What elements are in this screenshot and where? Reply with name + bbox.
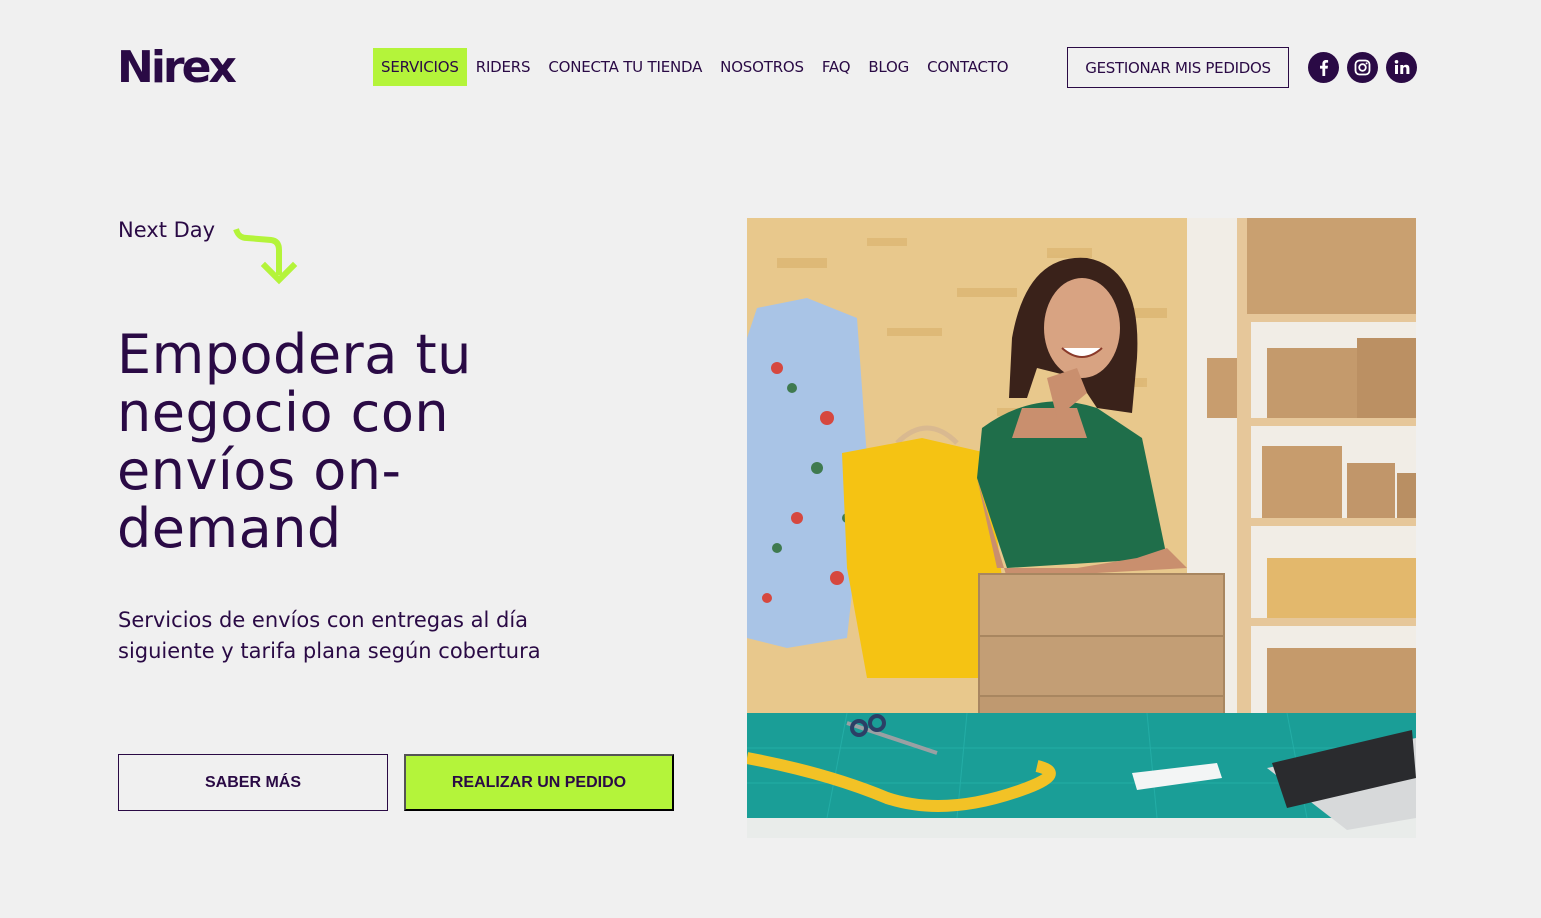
logo[interactable]: Nirex <box>117 46 237 90</box>
nav-item-riders[interactable]: RIDERS <box>467 48 540 86</box>
facebook-icon[interactable] <box>1308 52 1339 83</box>
learn-more-button[interactable]: SABER MÁS <box>118 754 388 811</box>
social-links <box>1308 52 1417 83</box>
nav-item-contacto[interactable]: CONTACTO <box>918 48 1017 86</box>
manage-orders-button[interactable]: GESTIONAR MIS PEDIDOS <box>1067 47 1289 88</box>
nav-item-faq[interactable]: FAQ <box>813 48 859 86</box>
nav-item-blog[interactable]: BLOG <box>859 48 918 86</box>
eyebrow-label: Next Day <box>118 218 216 242</box>
hero-image <box>747 218 1416 838</box>
linkedin-icon[interactable] <box>1386 52 1417 83</box>
nav-item-nosotros[interactable]: NOSOTROS <box>711 48 813 86</box>
hero-headline: Empodera tu negocio con envíos on-demand <box>117 323 472 560</box>
nav-item-servicios[interactable]: SERVICIOS <box>373 48 467 86</box>
arrow-down-icon <box>233 228 298 285</box>
hero-subtitle: Servicios de envíos con entregas al día … <box>118 608 541 663</box>
place-order-button[interactable]: REALIZAR UN PEDIDO <box>404 754 674 811</box>
main-nav: SERVICIOS RIDERS CONECTA TU TIENDA NOSOT… <box>373 48 1017 86</box>
nav-item-conecta-tu-tienda[interactable]: CONECTA TU TIENDA <box>539 48 711 86</box>
instagram-icon[interactable] <box>1347 52 1378 83</box>
